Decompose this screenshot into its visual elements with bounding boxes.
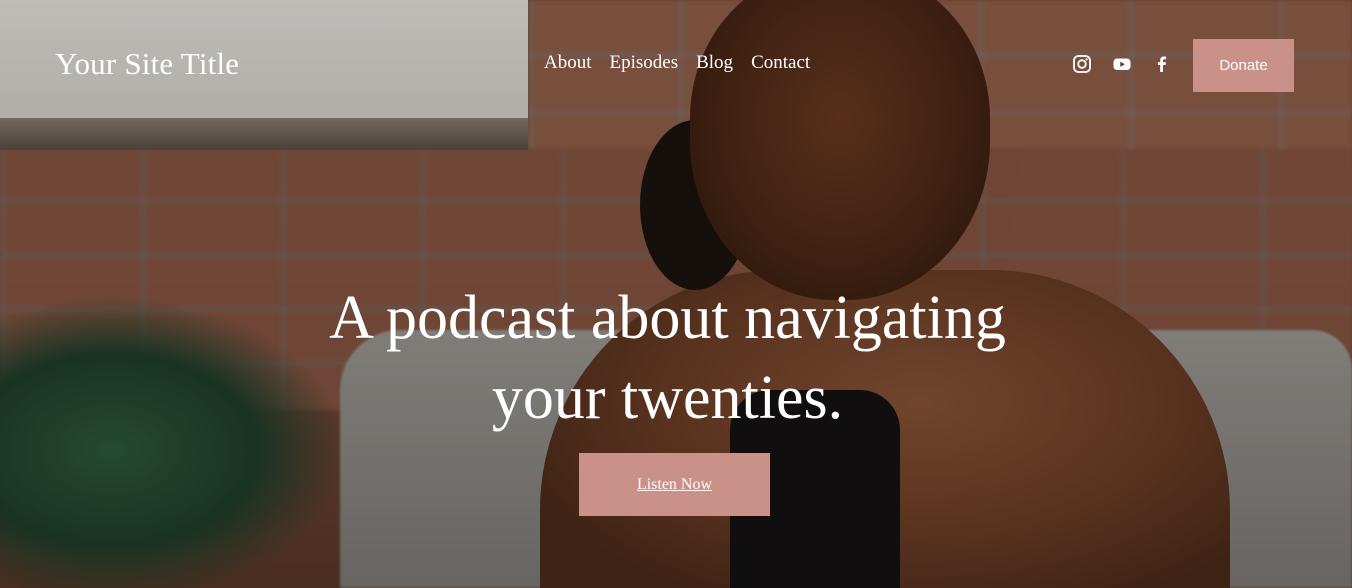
hero-section: Your Site Title About Episodes Blog Cont… [0,0,1352,588]
hero-headline-line-1: A podcast about navigating [329,284,1006,352]
nav-item-blog[interactable]: Blog [696,52,733,74]
site-title[interactable]: Your Site Title [55,46,239,82]
site-header: Your Site Title About Episodes Blog Cont… [0,0,1352,130]
hero-headline: A podcast about navigating your twenties… [0,278,1335,438]
hero-headline-line-2: your twenties. [491,364,844,432]
nav-item-contact[interactable]: Contact [751,52,810,74]
main-nav: About Episodes Blog Contact [544,52,810,74]
nav-item-about[interactable]: About [544,52,592,74]
social-links [1072,54,1172,74]
donate-button[interactable]: Donate [1193,39,1294,92]
youtube-icon[interactable] [1112,54,1132,74]
listen-now-button[interactable]: Listen Now [579,453,770,516]
nav-item-episodes[interactable]: Episodes [610,52,679,74]
facebook-icon[interactable] [1152,54,1172,74]
instagram-icon[interactable] [1072,54,1092,74]
